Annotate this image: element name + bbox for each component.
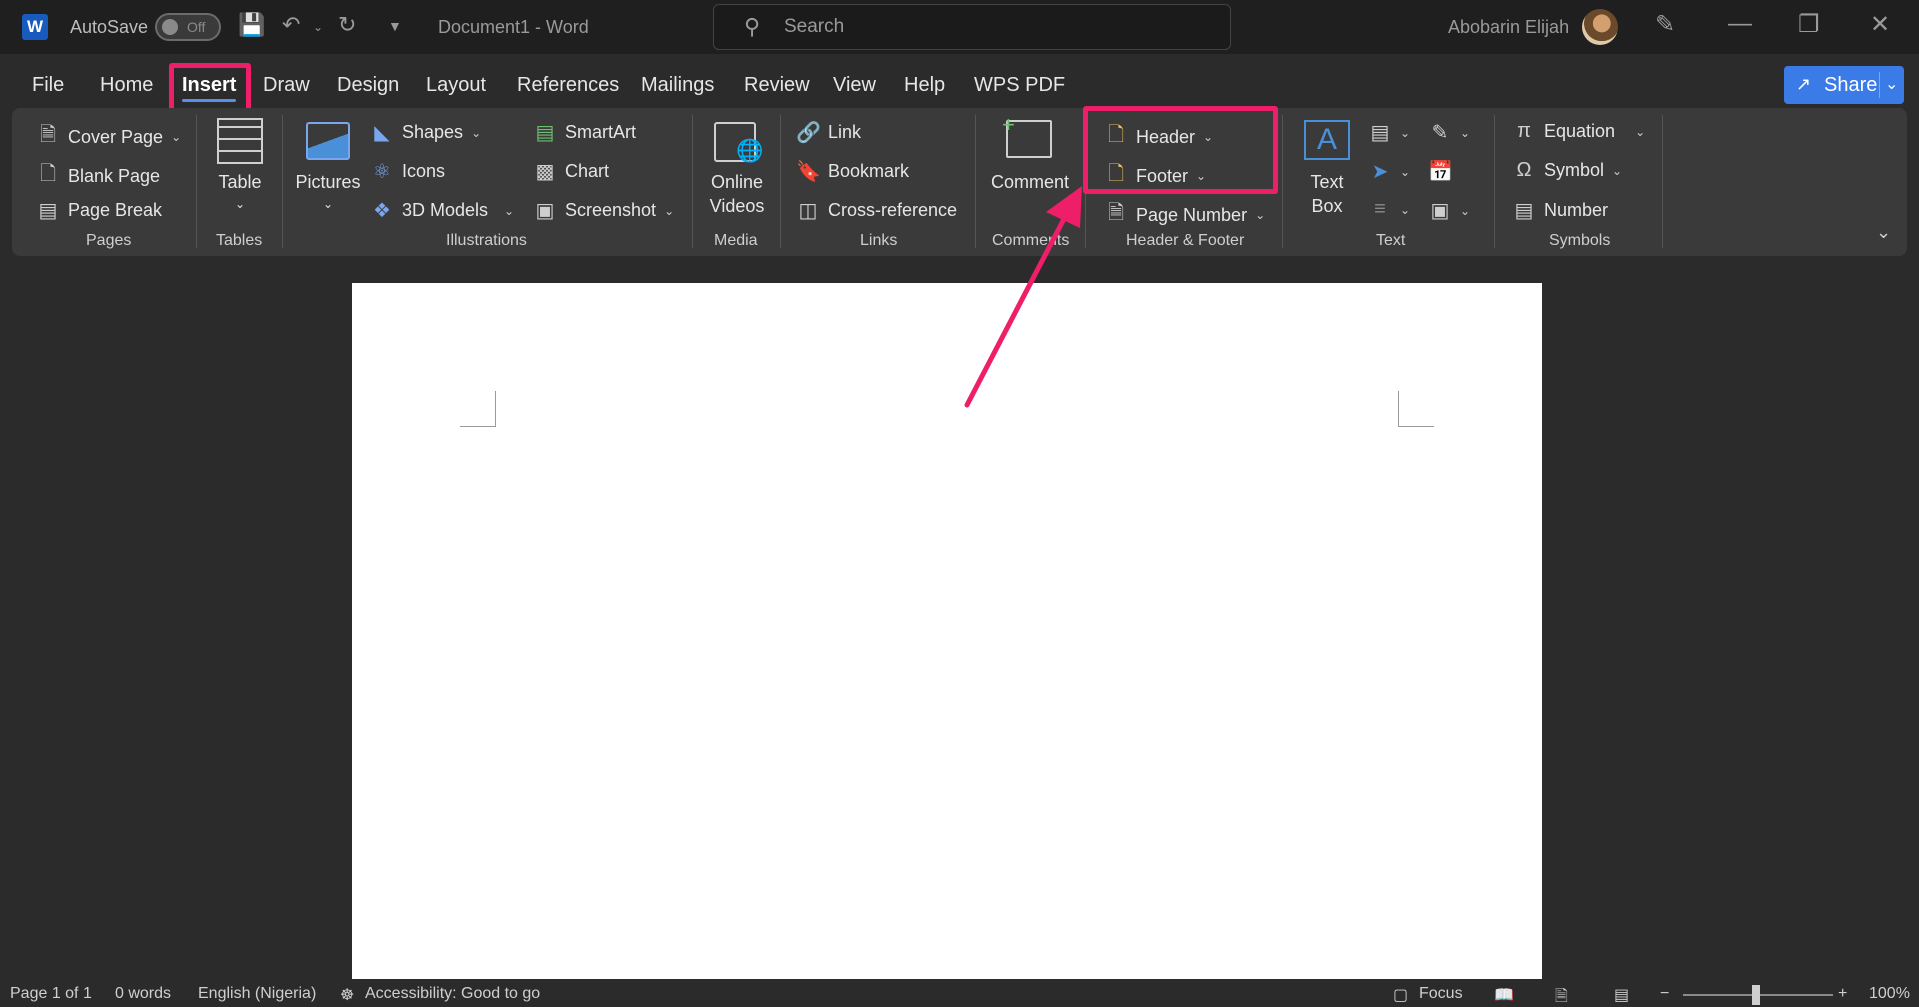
focus-button[interactable]: Focus <box>1419 985 1463 1003</box>
print-layout-icon[interactable]: 🗎 <box>1555 985 1568 1007</box>
word-count[interactable]: 0 words <box>115 985 171 1003</box>
zoom-level[interactable]: 100% <box>1869 985 1910 1003</box>
status-bar: Page 1 of 1 0 words English (Nigeria) ☸ … <box>0 979 1919 1007</box>
language-status[interactable]: English (Nigeria) <box>198 985 316 1003</box>
focus-icon: ▢ <box>1393 987 1409 1004</box>
page-count[interactable]: Page 1 of 1 <box>10 985 92 1003</box>
accessibility-status[interactable]: Accessibility: Good to go <box>365 985 540 1003</box>
zoom-out-icon[interactable]: − <box>1660 985 1669 1003</box>
accessibility-icon: ☸ <box>340 987 355 1004</box>
zoom-slider-thumb[interactable] <box>1752 985 1760 1005</box>
read-mode-icon[interactable]: 📖 <box>1494 985 1514 1005</box>
annotation-arrow <box>964 186 1082 408</box>
zoom-in-icon[interactable]: + <box>1838 985 1847 1003</box>
web-layout-icon[interactable]: ▤ <box>1614 985 1629 1005</box>
